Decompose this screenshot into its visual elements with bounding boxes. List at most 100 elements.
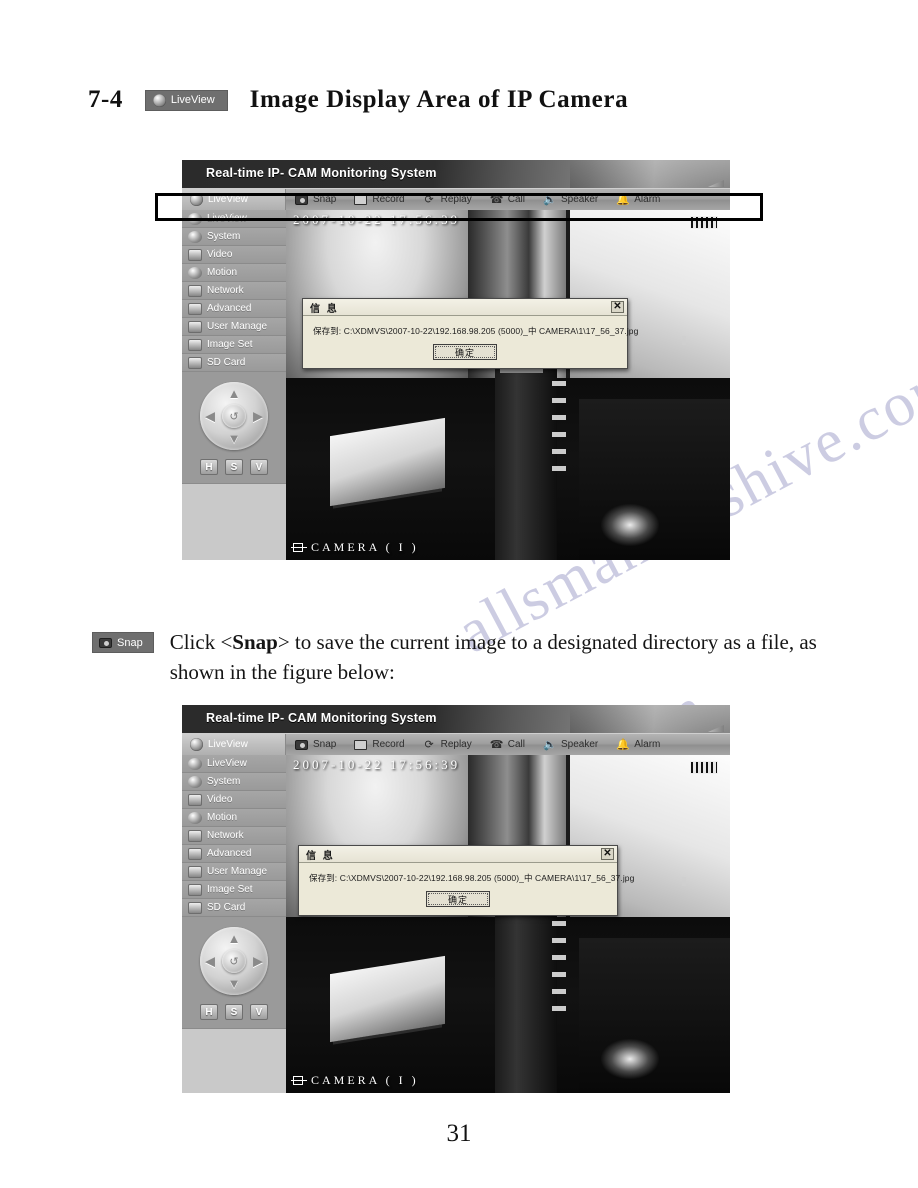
sidebar-label-sd-card: SD Card xyxy=(207,902,246,913)
paragraph-snap-chip: Snap xyxy=(92,632,154,653)
video-display-area[interactable]: 2007-10-22 17:56:39 CAMERA ( I ) 信 息 ✕ 保… xyxy=(286,755,730,1093)
hsv-button-row: H S V xyxy=(200,459,268,475)
hsv-button-v[interactable]: V xyxy=(250,1004,268,1020)
sidebar-item-sd-card[interactable]: SD Card xyxy=(182,354,286,372)
hsv-button-s[interactable]: S xyxy=(225,1004,243,1020)
sidebar-item-liveview[interactable]: LiveView xyxy=(182,755,286,773)
image-set-icon xyxy=(188,338,202,351)
video-indicator-icon xyxy=(690,216,718,229)
sidebar-item-sd-card[interactable]: SD Card xyxy=(182,899,286,917)
toolbar-label-call: Call xyxy=(507,739,525,750)
page-number: 31 xyxy=(446,1120,472,1147)
chevron-up-icon[interactable]: ▲ xyxy=(228,387,241,400)
sd-card-icon xyxy=(188,356,202,369)
chevron-left-icon[interactable]: ◀ xyxy=(205,410,215,423)
sidebar-item-video[interactable]: Video xyxy=(182,246,286,264)
app-window-title: Real-time IP- CAM Monitoring System xyxy=(206,166,437,180)
chevron-left-icon[interactable]: ◀ xyxy=(205,955,215,968)
toolbar-item-snap[interactable]: Snap xyxy=(286,189,345,210)
toolbar-item-alarm[interactable]: 🔔 Alarm xyxy=(607,189,669,210)
toolbar-item-speaker[interactable]: 🔈 Speaker xyxy=(534,734,607,755)
chevron-down-icon[interactable]: ▼ xyxy=(228,977,241,990)
sidebar-item-network[interactable]: Network xyxy=(182,827,286,845)
instruction-text-before: Click < xyxy=(169,630,233,654)
dialog-titlebar: 信 息 ✕ xyxy=(303,299,627,316)
liveview-disc-icon xyxy=(152,93,166,107)
replay-swirl-icon: ⟳ xyxy=(424,738,434,751)
sidebar-item-motion[interactable]: Motion xyxy=(182,809,286,827)
toolbar-item-record[interactable]: Record xyxy=(345,189,413,210)
sidebar-label-system: System xyxy=(207,231,241,242)
sidebar-label-motion: Motion xyxy=(207,812,238,823)
sidebar-item-liveview[interactable]: LiveView xyxy=(182,210,286,228)
sidebar-item-system[interactable]: System xyxy=(182,773,286,791)
system-gear-icon xyxy=(188,230,202,243)
toolbar-item-speaker[interactable]: 🔈 Speaker xyxy=(534,189,607,210)
toolbar-item-alarm[interactable]: 🔔 Alarm xyxy=(607,734,669,755)
hsv-button-v[interactable]: V xyxy=(250,459,268,475)
sidebar-label-sd-card: SD Card xyxy=(207,357,246,368)
ptz-reset-icon[interactable]: ↺ xyxy=(222,404,246,428)
close-icon[interactable]: ✕ xyxy=(611,301,624,313)
sidebar-item-user-manage[interactable]: User Manage xyxy=(182,863,286,881)
toolbar-item-replay[interactable]: ⟳ Replay xyxy=(414,189,481,210)
chevron-down-icon[interactable]: ▼ xyxy=(228,432,241,445)
toolbar-label-speaker: Speaker xyxy=(560,739,599,750)
speaker-icon: 🔈 xyxy=(542,193,557,206)
sidebar-item-image-set[interactable]: Image Set xyxy=(182,336,286,354)
advanced-icon xyxy=(188,847,202,860)
network-icon xyxy=(188,284,202,297)
close-icon[interactable]: ✕ xyxy=(601,848,614,860)
toolbar-item-snap[interactable]: Snap xyxy=(286,734,345,755)
osd-camera-label: CAMERA ( I ) xyxy=(291,1073,419,1088)
message-dialog[interactable]: 信 息 ✕ 保存到: C:\XDMVS\2007-10-22\192.168.9… xyxy=(298,845,634,916)
ptz-dpad[interactable]: ▲ ▼ ◀ ▶ ↺ xyxy=(200,382,268,450)
toolbar-item-call[interactable]: ☎ Call xyxy=(481,734,534,755)
toolbar-label-alarm: Alarm xyxy=(634,739,661,750)
ptz-control-panel: ▲ ▼ ◀ ▶ ↺ H S V xyxy=(182,917,286,1029)
toolbar-label-call: Call xyxy=(507,194,525,205)
toolbar-item-liveview[interactable]: LiveView xyxy=(182,734,286,755)
toolbar-label-liveview: LiveView xyxy=(208,739,248,750)
section-number: 7-4 xyxy=(88,86,123,113)
dialog-ok-button[interactable]: 确定 xyxy=(426,891,490,907)
camera-scene xyxy=(286,755,730,1093)
sidebar-item-motion[interactable]: Motion xyxy=(182,264,286,282)
ptz-reset-icon[interactable]: ↺ xyxy=(222,949,246,973)
toolbar-item-record[interactable]: Record xyxy=(345,734,413,755)
video-indicator-icon xyxy=(690,761,718,774)
hsv-button-s[interactable]: S xyxy=(225,459,243,475)
call-phone-icon: ☎ xyxy=(489,738,504,751)
sidebar-label-video: Video xyxy=(207,794,233,805)
sidebar-item-user-manage[interactable]: User Manage xyxy=(182,318,286,336)
ptz-dpad[interactable]: ▲ ▼ ◀ ▶ ↺ xyxy=(200,927,268,995)
sidebar-label-image-set: Image Set xyxy=(207,339,253,350)
dialog-ok-button[interactable]: 确定 xyxy=(433,344,497,360)
chevron-right-icon[interactable]: ▶ xyxy=(253,410,263,423)
toolbar-item-call[interactable]: ☎ Call xyxy=(481,189,534,210)
camera-scene xyxy=(286,210,730,560)
sidebar-item-video[interactable]: Video xyxy=(182,791,286,809)
sidebar-item-advanced[interactable]: Advanced xyxy=(182,300,286,318)
main-toolbar: LiveView Snap Record ⟳ Replay ☎ Call 🔈 S… xyxy=(182,188,730,210)
hsv-button-h[interactable]: H xyxy=(200,459,218,475)
osd-camera-text: CAMERA ( I ) xyxy=(311,1073,419,1087)
sidebar-item-network[interactable]: Network xyxy=(182,282,286,300)
network-icon xyxy=(188,829,202,842)
toolbar-label-snap: Snap xyxy=(313,739,337,750)
toolbar-label-speaker: Speaker xyxy=(560,194,599,205)
alarm-bell-icon: 🔔 xyxy=(616,193,630,206)
message-dialog[interactable]: 信 息 ✕ 保存到: C:\XDMVS\2007-10-22\192.168.9… xyxy=(302,298,638,369)
snap-instruction-block: Snap Click <Snap> to save the current im… xyxy=(92,628,822,688)
sidebar-item-image-set[interactable]: Image Set xyxy=(182,881,286,899)
hsv-button-h[interactable]: H xyxy=(200,1004,218,1020)
toolbar-item-replay[interactable]: ⟳ Replay xyxy=(414,734,481,755)
liveview-disc-icon xyxy=(188,212,202,225)
chevron-right-icon[interactable]: ▶ xyxy=(253,955,263,968)
sidebar-item-system[interactable]: System xyxy=(182,228,286,246)
sidebar-item-advanced[interactable]: Advanced xyxy=(182,845,286,863)
record-tape-icon xyxy=(354,739,368,750)
video-display-area[interactable]: 2007-10-22 17:56:39 CAMERA ( I ) 信 息 ✕ 保… xyxy=(286,210,730,560)
toolbar-item-liveview[interactable]: LiveView xyxy=(182,189,286,210)
chevron-up-icon[interactable]: ▲ xyxy=(228,932,241,945)
